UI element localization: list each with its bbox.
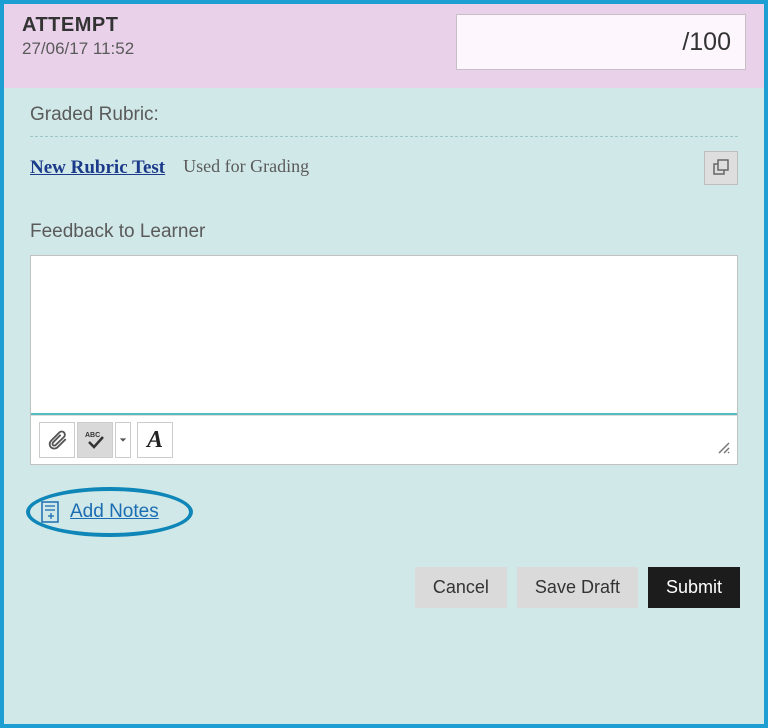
- resize-handle-icon: [717, 439, 731, 460]
- editor-toolbar: ABC A: [31, 415, 737, 464]
- grade-input-box[interactable]: /100: [456, 14, 746, 70]
- feedback-label: Feedback to Learner: [30, 221, 738, 243]
- attachment-button[interactable]: [39, 422, 75, 458]
- spellcheck-button[interactable]: ABC: [77, 422, 113, 458]
- attachment-icon: [46, 429, 68, 451]
- rubric-expand-button[interactable]: [704, 151, 738, 185]
- rubric-row: New Rubric Test Used for Grading: [30, 151, 738, 185]
- action-buttons: Cancel Save Draft Submit: [4, 537, 764, 608]
- attempt-header: ATTEMPT 27/06/17 11:52 /100: [4, 4, 764, 88]
- notes-icon: [40, 501, 60, 523]
- rubric-link[interactable]: New Rubric Test: [30, 157, 165, 179]
- grading-panel: ATTEMPT 27/06/17 11:52 /100 Graded Rubri…: [0, 0, 768, 728]
- attempt-date: 27/06/17 11:52: [22, 39, 456, 59]
- font-format-icon: A: [147, 427, 163, 454]
- attempt-title: ATTEMPT: [22, 14, 456, 37]
- spellcheck-icon: ABC: [83, 428, 107, 452]
- save-draft-button[interactable]: Save Draft: [517, 567, 638, 608]
- font-format-button[interactable]: A: [137, 422, 173, 458]
- submit-button[interactable]: Submit: [648, 567, 740, 608]
- rubric-section-label: Graded Rubric:: [30, 104, 738, 126]
- copy-icon: [712, 159, 730, 177]
- attempt-info: ATTEMPT 27/06/17 11:52: [22, 14, 456, 59]
- rubric-status: Used for Grading: [183, 156, 309, 177]
- add-notes-button[interactable]: Add Notes: [26, 487, 193, 537]
- grade-max-label: /100: [682, 28, 731, 57]
- add-notes-label: Add Notes: [70, 501, 159, 523]
- chevron-down-icon: [119, 436, 127, 444]
- feedback-textarea[interactable]: [31, 256, 737, 408]
- feedback-editor: ABC A: [30, 255, 738, 465]
- body-section: Graded Rubric: New Rubric Test Used for …: [4, 88, 764, 537]
- divider: [30, 136, 738, 137]
- spellcheck-dropdown[interactable]: [115, 422, 131, 458]
- cancel-button[interactable]: Cancel: [415, 567, 507, 608]
- svg-text:ABC: ABC: [85, 432, 100, 439]
